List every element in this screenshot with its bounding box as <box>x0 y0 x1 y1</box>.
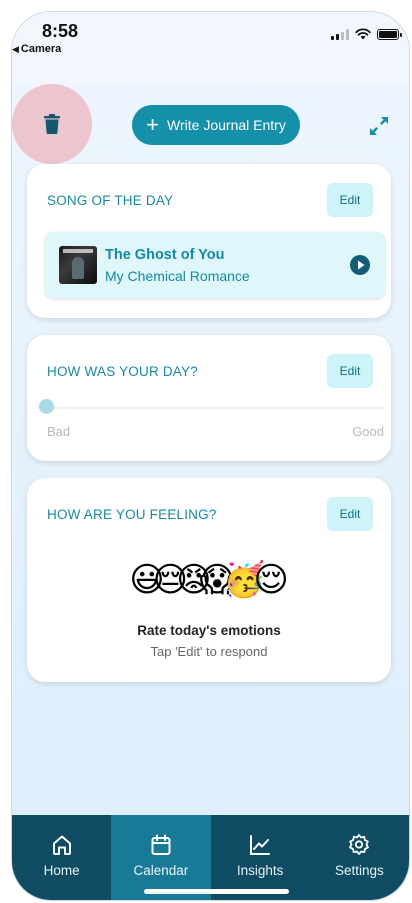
feelings-edit-button[interactable]: Edit <box>327 497 373 531</box>
back-arrow-icon: ◀ <box>12 44 19 54</box>
tab-calendar-label: Calendar <box>133 863 189 878</box>
signal-icon <box>331 28 349 40</box>
home-indicator <box>144 889 289 894</box>
write-journal-entry-button[interactable]: + Write Journal Entry <box>132 105 300 145</box>
tab-settings[interactable]: Settings <box>310 815 409 900</box>
day-rating-slider-thumb[interactable] <box>39 399 54 414</box>
day-rating-slider-track[interactable] <box>47 407 384 409</box>
tab-settings-label: Settings <box>334 863 384 878</box>
phone-screen: 8:58 ◀ Camera + Write Journal Entry SONG… <box>11 11 410 901</box>
song-title: The Ghost of You <box>105 247 225 263</box>
slider-max-label: Good <box>352 424 384 439</box>
song-card-title: SONG OF THE DAY <box>47 193 174 208</box>
emotion-emoji-group: 😃 😔 😡 😱 🥳 😌 <box>27 560 391 600</box>
status-time: 8:58 <box>42 21 79 41</box>
feelings-card-title: HOW ARE YOU FEELING? <box>47 507 217 522</box>
slider-min-label: Bad <box>47 424 71 439</box>
back-to-app-button[interactable]: ◀ Camera <box>12 43 61 55</box>
rate-emotions-subtitle: Tap 'Edit' to respond <box>150 644 268 659</box>
day-rating-card: HOW WAS YOUR DAY? Edit Bad Good <box>27 335 391 461</box>
song-item[interactable]: The Ghost of You My Chemical Romance <box>45 232 385 298</box>
day-card-title: HOW WAS YOUR DAY? <box>47 364 198 379</box>
expand-icon[interactable] <box>367 114 391 138</box>
write-journal-entry-label: Write Journal Entry <box>167 117 286 133</box>
emoji-relieved: 😌 <box>253 561 289 599</box>
back-app-label: Camera <box>20 43 62 55</box>
trash-icon <box>44 114 60 134</box>
rate-emotions-title: Rate today's emotions <box>137 623 281 638</box>
battery-icon <box>377 28 402 40</box>
status-bar: 8:58 ◀ Camera <box>12 12 409 84</box>
play-icon[interactable] <box>350 255 370 275</box>
delete-entry-button[interactable] <box>12 84 92 164</box>
feelings-card: HOW ARE YOU FEELING? Edit 😃 😔 😡 😱 🥳 😌 Ra… <box>27 478 391 682</box>
home-icon <box>52 835 71 855</box>
wifi-icon <box>355 28 371 40</box>
day-edit-button[interactable]: Edit <box>327 354 373 388</box>
album-art <box>59 246 97 284</box>
chart-icon <box>250 835 271 855</box>
song-of-the-day-card: SONG OF THE DAY Edit The Ghost of You My… <box>27 164 391 318</box>
system-icons <box>331 28 402 40</box>
song-artist: My Chemical Romance <box>105 268 250 284</box>
tab-home[interactable]: Home <box>12 815 111 900</box>
tab-insights-label: Insights <box>236 863 284 878</box>
plus-icon: + <box>146 112 160 137</box>
tab-home-label: Home <box>43 863 80 878</box>
song-edit-button[interactable]: Edit <box>327 183 373 217</box>
gear-icon <box>349 834 370 855</box>
bottom-tab-bar: Home Calendar Insights Settings <box>12 815 409 900</box>
calendar-icon <box>151 834 171 855</box>
